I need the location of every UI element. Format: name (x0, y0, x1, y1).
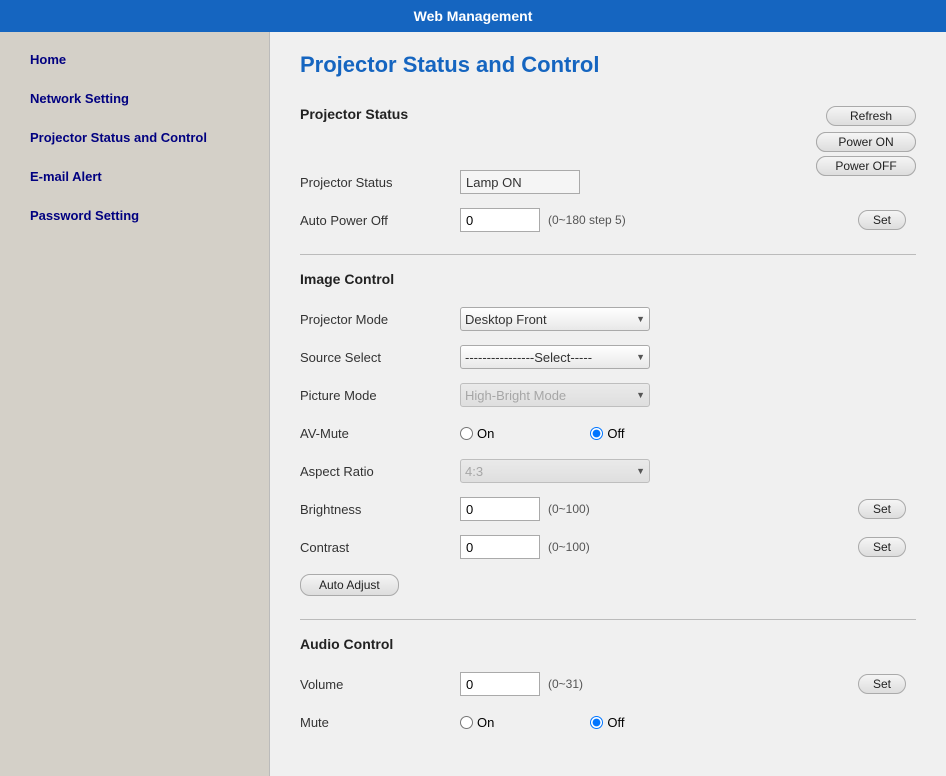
sidebar-item-projector-status[interactable]: Projector Status and Control (30, 130, 239, 145)
av-mute-off-text: Off (607, 426, 624, 441)
projector-status-label: Projector Status (300, 175, 460, 190)
contrast-hint: (0~100) (548, 540, 590, 554)
source-select-label: Source Select (300, 350, 460, 365)
av-mute-off-label[interactable]: Off (590, 426, 624, 441)
sidebar: Home Network Setting Projector Status an… (0, 32, 270, 776)
audio-control-section: Audio Control Volume (0~31) Set Mute On (300, 636, 916, 736)
projector-status-section-title: Projector Status (300, 106, 408, 126)
mute-on-label[interactable]: On (460, 715, 494, 730)
sidebar-item-password-setting[interactable]: Password Setting (30, 208, 239, 223)
mute-off-label[interactable]: Off (590, 715, 624, 730)
projector-mode-select[interactable]: Desktop Front Desktop Rear Ceiling Front… (460, 307, 650, 331)
refresh-button[interactable]: Refresh (826, 106, 916, 126)
volume-input[interactable] (460, 672, 540, 696)
projector-status-input (460, 170, 580, 194)
aspect-ratio-label: Aspect Ratio (300, 464, 460, 479)
projector-status-section: Projector Status Refresh Power ON Power … (300, 102, 916, 234)
sidebar-item-network-setting[interactable]: Network Setting (30, 91, 239, 106)
brightness-set-button[interactable]: Set (858, 499, 906, 519)
aspect-ratio-select[interactable]: 4:3 16:9 16:10 (460, 459, 650, 483)
av-mute-on-label[interactable]: On (460, 426, 494, 441)
contrast-set-button[interactable]: Set (858, 537, 906, 557)
auto-adjust-button[interactable]: Auto Adjust (300, 574, 399, 596)
auto-power-off-label: Auto Power Off (300, 213, 460, 228)
volume-hint: (0~31) (548, 677, 583, 691)
brightness-label: Brightness (300, 502, 460, 517)
volume-label: Volume (300, 677, 460, 692)
power-on-button[interactable]: Power ON (816, 132, 916, 152)
source-select-select[interactable]: ----------------Select----- (460, 345, 650, 369)
mute-label: Mute (300, 715, 460, 730)
header-title: Web Management (414, 8, 533, 24)
top-bar: Web Management (0, 0, 946, 32)
mute-off-radio[interactable] (590, 716, 603, 729)
audio-control-title: Audio Control (300, 636, 916, 656)
image-control-section: Image Control Projector Mode Desktop Fro… (300, 271, 916, 599)
power-off-button[interactable]: Power OFF (816, 156, 916, 176)
volume-set-button[interactable]: Set (858, 674, 906, 694)
av-mute-label: AV-Mute (300, 426, 460, 441)
image-control-title: Image Control (300, 271, 916, 291)
projector-mode-label: Projector Mode (300, 312, 460, 327)
auto-power-off-input[interactable] (460, 208, 540, 232)
av-mute-on-text: On (477, 426, 494, 441)
picture-mode-label: Picture Mode (300, 388, 460, 403)
mute-on-radio[interactable] (460, 716, 473, 729)
mute-off-text: Off (607, 715, 624, 730)
auto-power-off-set-button[interactable]: Set (858, 210, 906, 230)
contrast-input[interactable] (460, 535, 540, 559)
sidebar-item-home[interactable]: Home (30, 52, 239, 67)
auto-power-off-hint: (0~180 step 5) (548, 213, 626, 227)
contrast-label: Contrast (300, 540, 460, 555)
av-mute-on-radio[interactable] (460, 427, 473, 440)
mute-on-text: On (477, 715, 494, 730)
brightness-input[interactable] (460, 497, 540, 521)
av-mute-off-radio[interactable] (590, 427, 603, 440)
brightness-hint: (0~100) (548, 502, 590, 516)
sidebar-item-email-alert[interactable]: E-mail Alert (30, 169, 239, 184)
main-content: Projector Status and Control Projector S… (270, 32, 946, 776)
picture-mode-select[interactable]: High-Bright Mode Standard Mode sRGB Movi… (460, 383, 650, 407)
page-title: Projector Status and Control (300, 52, 916, 78)
